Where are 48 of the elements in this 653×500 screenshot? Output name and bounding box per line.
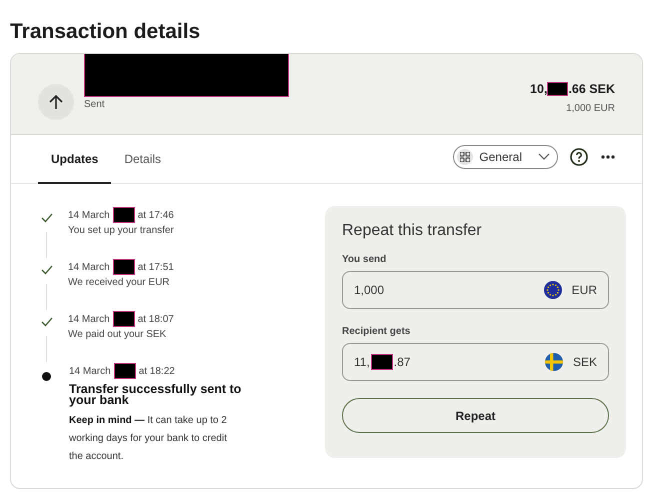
field-label: Recipient gets: [342, 326, 412, 337]
redaction-mark: [112, 311, 135, 327]
field-value: 11,: [354, 355, 370, 369]
repeat-button[interactable]: Repeat: [342, 398, 609, 433]
account-dropdown[interactable]: General: [453, 144, 558, 168]
field-value: .87: [394, 355, 410, 369]
date-text: 14 March: [68, 210, 110, 220]
flag-icon: [544, 281, 562, 299]
dot-icon: [42, 372, 51, 381]
step-text: Transfer successfully sent to your bank: [69, 384, 242, 406]
time-text: at 18:07: [138, 314, 174, 324]
check-icon: [41, 213, 53, 223]
source-amount: 1,000 EUR: [565, 103, 615, 114]
date-text: 14 March: [68, 262, 110, 272]
time-text: at 18:22: [138, 366, 175, 376]
field-value: 1,000: [354, 283, 384, 297]
date-text: 14 March: [68, 314, 110, 324]
redaction-mark: [370, 354, 393, 370]
time-text: at 17:51: [138, 262, 174, 272]
field-label: You send: [342, 254, 388, 265]
amount-field[interactable]: 11, .87 SEK: [342, 343, 609, 381]
panel-title: Repeat this transfer: [342, 222, 483, 240]
status-label: Sent: [84, 99, 106, 110]
step-text: You set up your transfer: [68, 225, 174, 236]
more-icon[interactable]: [601, 154, 615, 158]
chevron-down-icon: [538, 153, 550, 160]
note-text: Keep in mind — It can take up to 2 working days for your bank to credit the account.: [69, 414, 228, 464]
currency-code: SEK: [572, 355, 597, 369]
check-icon: [41, 265, 53, 275]
help-icon[interactable]: [570, 148, 588, 166]
page-title: Transaction details: [10, 19, 202, 45]
currency-code: EUR: [572, 283, 597, 297]
redaction-mark: [114, 363, 136, 379]
redaction-mark: [112, 259, 135, 275]
amount-text: 10,: [530, 82, 548, 96]
tab[interactable]: Details: [111, 136, 174, 184]
tab[interactable]: Updates: [38, 136, 112, 184]
amount-field[interactable]: 1,000 EUR: [342, 271, 609, 309]
redaction-mark: [112, 207, 135, 223]
time-text: at 17:46: [138, 210, 174, 220]
flag-icon: [544, 353, 563, 371]
step-text: We paid out your SEK: [68, 329, 168, 340]
step-text: We received your EUR: [68, 277, 171, 288]
date-text: 14 March: [69, 366, 111, 376]
redaction-mark: [547, 82, 568, 96]
check-icon: [41, 317, 53, 327]
grid-icon: [457, 148, 474, 164]
amount-text: .66 SEK: [568, 82, 615, 96]
